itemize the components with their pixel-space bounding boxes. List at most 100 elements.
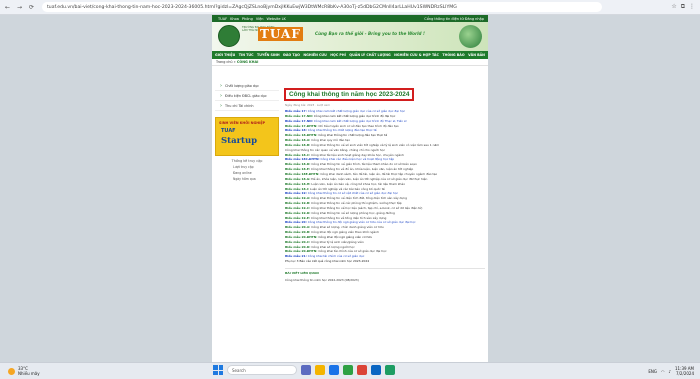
weather-widget[interactable]: 33°C Nhiều mây (8, 366, 40, 376)
form-number: Biểu mẫu 19-D: (285, 210, 311, 215)
clock[interactable]: 11:39 AM 7/2/2024 (675, 366, 694, 376)
form-number: Biểu mẫu 20-C: (285, 239, 311, 244)
sidebar: Chất lượng giáo dục Điều kiện ĐBCL giáo … (215, 81, 279, 181)
form-title: Công khai cam kết chất lượng giáo dục tr… (313, 113, 396, 118)
weather-desc: Nhiều mây (18, 371, 40, 376)
excel-icon[interactable] (385, 365, 395, 375)
nav-item[interactable]: QUẢN LÝ CHẤT LƯỢNG (349, 53, 390, 57)
chrome-icon[interactable] (357, 365, 367, 375)
form-title: Công khai các điều kiện học và hoạt động… (320, 157, 395, 162)
form-title: Công khai thông tin đội ngũ giảng viên c… (307, 220, 416, 225)
form-title: Công khai thông tin các quan về văn bằng… (285, 147, 386, 152)
word-icon[interactable] (371, 365, 381, 375)
form-number: Biểu mẫu 19-B: (285, 201, 311, 206)
startup-banner[interactable]: SINH VIÊN KHỞI NGHIỆP TUAF Startup (215, 117, 279, 156)
slogan: Cùng Bạn ra thế giới - Bring you to the … (315, 31, 425, 36)
nav-item[interactable]: NGHIÊN CỨU & HỢP TÁC (394, 53, 439, 57)
top-link[interactable]: Phòng (242, 17, 253, 21)
taskbar-search[interactable]: Search (227, 365, 297, 375)
nav-item[interactable]: VĂN BẢN (468, 53, 485, 57)
nav-item[interactable]: ĐÀO TẠO (283, 53, 300, 57)
breadcrumb: Trang chủ » CÔNG KHAI (212, 59, 488, 66)
form-number: Biểu mẫu 18-A: (285, 138, 311, 143)
wifi-icon[interactable]: ◠ (661, 369, 665, 374)
forward-button[interactable]: → (15, 3, 24, 12)
form-number: Biểu mẫu 18-C: (285, 152, 311, 157)
breadcrumb-current[interactable]: CÔNG KHAI (237, 60, 259, 64)
form-title: Công khai thông tin cơ sở vật chất của c… (307, 191, 399, 196)
university-logo-icon[interactable] (218, 25, 240, 47)
store-icon[interactable] (343, 365, 353, 375)
volume-icon[interactable]: ♪ (668, 369, 671, 374)
address-bar[interactable]: tuaf.edu.vn/bai-viet/cong-khai-thong-tin… (42, 2, 602, 12)
form-number: Biểu mẫu 21: (285, 254, 307, 259)
windows-start-icon[interactable] (213, 365, 223, 375)
sidebar-item-dieu-kien[interactable]: Điều kiện ĐBCL giáo dục (215, 91, 279, 101)
form-number: Biểu mẫu 18-B: (285, 142, 311, 147)
form-number: Biểu mẫu 18-I: (285, 186, 310, 191)
form-title: Công khai thông tin về đồ án, khóa luận,… (310, 167, 414, 172)
title-highlight: Công khai thông tin năm học 2023-2024 (284, 88, 415, 101)
breadcrumb-home[interactable]: Trang chủ (216, 60, 233, 64)
top-link[interactable]: Khoa (230, 17, 239, 21)
form-number: Biểu mẫu 18-G: (285, 176, 311, 181)
login-link[interactable]: Cổng thông tin điện tử Đăng nhập (424, 17, 484, 21)
star-icon[interactable]: ☆ (671, 3, 676, 11)
top-link[interactable]: TUAF (218, 17, 227, 21)
form-number: Biểu mẫu 17-ĐHTN: (285, 123, 318, 128)
startup-tuaf: TUAF (221, 128, 236, 134)
form-number: Biểu mẫu 19-E: (285, 215, 310, 220)
main-nav: GIỚI THIỆU TIN TỨC TUYỂN SINH ĐÀO TẠO NG… (212, 51, 488, 59)
startup-title: SINH VIÊN KHỞI NGHIỆP (219, 121, 266, 125)
related-section: BÀI VIẾT LIÊN QUAN Công khai thông tin n… (285, 268, 485, 282)
form-title: Công khai thông tin về số lượng phòng họ… (311, 210, 395, 215)
document-list: Biểu mẫu 17: Công khai cam kết chất lượn… (285, 109, 485, 264)
top-link[interactable]: Viện (256, 17, 264, 21)
form-number: Biểu mẫu 18E-ĐHTN: (285, 171, 320, 176)
nav-item[interactable]: THÔNG BÁO (442, 53, 464, 57)
form-title: Công khai tài chính của cơ sở giáo dục đ… (318, 249, 387, 254)
nav-item[interactable]: TUYỂN SINH (257, 53, 280, 57)
task-view-icon[interactable] (301, 365, 311, 375)
form-number: Biểu mẫu 18-H: (285, 181, 311, 186)
top-link[interactable]: Website LK (267, 17, 286, 21)
form-number: Biểu mẫu 18C-ĐHTN: (285, 157, 320, 162)
nav-item[interactable]: GIỚI THIỆU (215, 53, 235, 57)
form-title: Công khai thông tin về tổng diện tích sà… (310, 215, 387, 220)
form-title: Công khai số lượng người học (311, 244, 355, 249)
related-link[interactable]: Công khai thông tin năm học 2022-2023 (0… (285, 278, 485, 282)
form-title: Công khai tài chính của cơ sở giáo dục (307, 254, 365, 259)
stat-online: Đang online (233, 171, 252, 175)
file-explorer-icon[interactable] (315, 365, 325, 375)
edge-icon[interactable] (329, 365, 339, 375)
form-number: Biểu mẫu 18-E: (285, 167, 310, 172)
extensions-icon[interactable]: ⧉ (681, 3, 685, 11)
form-title: Chỉ tiêu tuyển sinh cơ sở đào tạo theo t… (318, 123, 399, 128)
form-title: Công khai thông tin về số sinh viên tốt … (311, 142, 440, 147)
form-title: Luận án tốt nghiệp và các bài báo công b… (310, 186, 385, 191)
sidebar-item-thu-chi[interactable]: Thu chi Tài chính (215, 101, 279, 111)
form-title: Công khai thông tin chất lượng đào tạo t… (307, 128, 377, 133)
date: 7/2/2024 (676, 371, 694, 376)
nav-item[interactable]: NGHIÊN CỨU (303, 53, 326, 57)
nav-item[interactable]: HỌC PHÍ (330, 53, 346, 57)
form-number: Biểu mẫu 17-NN: (285, 113, 313, 118)
form-number: Biểu mẫu 20-A: (285, 225, 311, 230)
reload-button[interactable]: ⟳ (27, 3, 36, 12)
stats-title: Thống kê truy cập (231, 159, 263, 163)
site-container: TUAF Khoa Phòng Viện Website LK Cổng thô… (212, 15, 488, 362)
form-number: Biểu mẫu 20-D: (285, 244, 311, 249)
form-number: Biểu mẫu 18: (285, 128, 307, 133)
sidebar-item-chat-luong[interactable]: Chất lượng giáo dục (215, 81, 279, 91)
tuaf-logo[interactable]: TUAF (258, 27, 303, 41)
form-number: Biểu mẫu 19-A: (285, 196, 311, 201)
menu-icon[interactable]: ⋮ (689, 3, 695, 11)
nav-item[interactable]: TIN TỨC (239, 53, 254, 57)
form-title: Công khai cam kết chất lượng giáo dục tr… (313, 118, 407, 123)
stat-visits: Lượt truy cập (233, 165, 254, 169)
article: Công khai thông tin năm học 2023-2024 Ng… (284, 81, 485, 282)
document-link[interactable]: Phụ lục 3 Báo cáo kết quả công khai năm … (285, 259, 485, 264)
back-button[interactable]: ← (3, 3, 12, 12)
language-indicator[interactable]: ENG (648, 369, 657, 374)
form-title: Công khai danh sách, tên đề tài, luận án… (320, 171, 438, 176)
